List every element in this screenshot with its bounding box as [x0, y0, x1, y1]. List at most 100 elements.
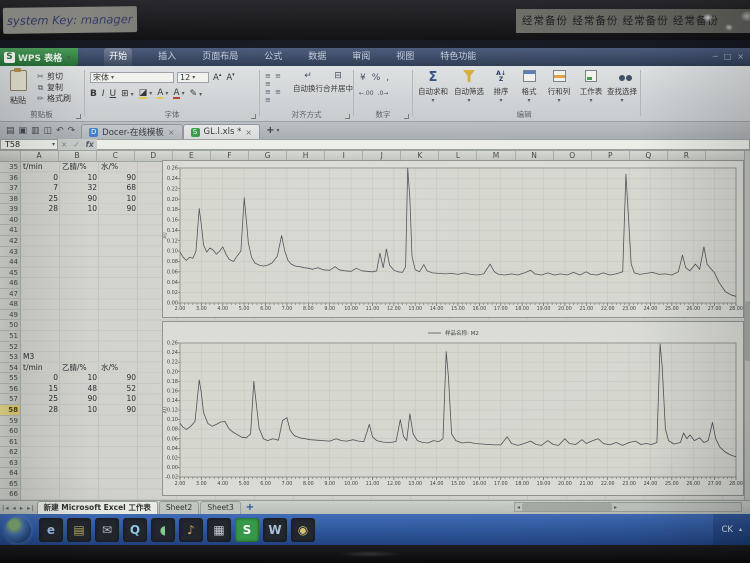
menu-tab-2[interactable]: 插入	[158, 48, 176, 66]
scroll-left-icon[interactable]: ◂	[515, 504, 522, 511]
cell-C52[interactable]	[99, 342, 138, 353]
cell-B45[interactable]	[60, 268, 99, 279]
autofilter-button[interactable]: 自动筛选 ▾	[452, 70, 486, 104]
open-icon[interactable]: ▤	[6, 126, 15, 136]
format-painter-button[interactable]: ✏ 格式刷	[36, 93, 71, 104]
cell-B50[interactable]	[60, 320, 99, 331]
row-header-63[interactable]: 63	[0, 457, 21, 469]
font-size-select[interactable]: 12 ▾	[177, 72, 209, 83]
cell-B58[interactable]: 10	[60, 405, 99, 416]
row-header-57[interactable]: 57	[0, 394, 21, 405]
redo-icon[interactable]: ↷	[68, 126, 76, 136]
underline-button[interactable]: U	[110, 89, 117, 99]
row-header-39[interactable]: 39	[0, 204, 21, 215]
select-all-corner[interactable]	[0, 151, 21, 161]
close-tab-icon[interactable]: ×	[245, 128, 252, 137]
cell-A55[interactable]: 0	[21, 373, 60, 384]
font-color-button[interactable]: A ▾	[173, 88, 185, 99]
image-viewer-icon[interactable]: ◉	[291, 517, 315, 542]
row-header-61[interactable]: 61	[0, 436, 21, 448]
copy-button[interactable]: ⧉ 复制	[36, 82, 71, 93]
row-header-46[interactable]: 46	[0, 278, 21, 289]
row-header-41[interactable]: 41	[0, 225, 21, 236]
decrease-decimal-button[interactable]: ←.00	[359, 90, 374, 97]
grow-font-button[interactable]: A▴	[213, 72, 221, 83]
scroll-right-icon[interactable]: ▸	[612, 504, 619, 511]
notepad-icon[interactable]: ▦	[207, 517, 231, 542]
row-header-55[interactable]: 55	[0, 373, 21, 384]
borders-button[interactable]: ⊞ ▾	[121, 89, 134, 99]
cell-C63[interactable]	[99, 458, 138, 469]
row-header-37[interactable]: 37	[0, 183, 21, 194]
cell-C49[interactable]	[99, 310, 138, 321]
cell-C38[interactable]: 10	[99, 194, 138, 205]
document-tab-1[interactable]: D Docer-在线模板 ×	[81, 123, 183, 140]
row-header-35[interactable]: 35	[0, 162, 21, 173]
row-header-54[interactable]: 54	[0, 362, 21, 374]
cell-C51[interactable]	[99, 331, 138, 342]
cell-C58[interactable]: 90	[99, 405, 138, 416]
row-header-45[interactable]: 45	[0, 267, 21, 279]
tab-list-chevron-icon[interactable]: ▾	[277, 127, 280, 134]
minimize-button[interactable]: ─	[713, 48, 718, 66]
cell-B41[interactable]	[60, 225, 99, 236]
cell-C50[interactable]	[99, 320, 138, 331]
cell-C45[interactable]	[99, 268, 138, 279]
cell-C66[interactable]	[99, 489, 138, 500]
cancel-entry-icon[interactable]: ×	[58, 139, 70, 150]
vertical-scrollbar-thumb[interactable]	[745, 301, 750, 361]
fill-color-button[interactable]: ◪ ▾	[138, 88, 152, 99]
mail-icon[interactable]: ✉	[95, 517, 119, 542]
cell-A51[interactable]	[21, 331, 60, 342]
row-header-36[interactable]: 36	[0, 172, 21, 184]
italic-button[interactable]: I	[102, 89, 105, 99]
tray-chevron-icon[interactable]: ▴	[739, 526, 742, 533]
format-button[interactable]: 格式 ▾	[516, 70, 542, 104]
rows-columns-button[interactable]: 行和列 ▾	[544, 70, 574, 104]
merge-center-button[interactable]: ⊟ 合并居中	[321, 71, 355, 94]
row-header-59[interactable]: 59	[0, 415, 21, 427]
cell-A43[interactable]	[21, 247, 60, 258]
restore-button[interactable]: □	[724, 48, 732, 66]
cell-B40[interactable]	[60, 215, 99, 226]
cell-C40[interactable]	[99, 215, 138, 226]
system-tray[interactable]: CK ▴	[713, 514, 750, 545]
cell-B36[interactable]: 10	[60, 173, 99, 184]
cell-B43[interactable]	[60, 247, 99, 258]
cell-B59[interactable]	[60, 416, 99, 427]
name-box[interactable]: T58 ▾	[0, 139, 58, 150]
cell-A49[interactable]	[21, 310, 60, 321]
save-icon[interactable]: ▣	[19, 126, 28, 136]
row-header-43[interactable]: 43	[0, 246, 21, 258]
sheet-tab-1[interactable]: 新建 Microsoft Excel 工作表	[36, 501, 158, 514]
cell-A58[interactable]: 28	[21, 405, 60, 416]
align-top-middle-bottom-icons[interactable]: ≡ ≡ ≡ ≡ ≡ ≡	[265, 72, 291, 104]
cell-A47[interactable]	[21, 289, 60, 300]
cell-B55[interactable]: 10	[60, 373, 99, 384]
input-method-indicator[interactable]: CK	[721, 525, 733, 535]
alignment-dialog-launcher[interactable]	[345, 114, 350, 119]
media-player-icon[interactable]: ♪	[179, 517, 203, 542]
cell-C48[interactable]	[99, 299, 138, 310]
qq-icon[interactable]: Q	[123, 517, 147, 542]
text-tools-button[interactable]: ✎ ▾	[190, 89, 203, 99]
cell-A53[interactable]: M3	[21, 352, 60, 363]
cell-C57[interactable]: 10	[99, 394, 138, 405]
row-header-50[interactable]: 50	[0, 320, 21, 331]
cell-A45[interactable]	[21, 268, 60, 279]
cell-A59[interactable]	[21, 416, 60, 427]
menu-tab-7[interactable]: 视图	[396, 48, 414, 66]
currency-format-button[interactable]: ¥	[360, 73, 366, 83]
cell-B66[interactable]	[60, 489, 99, 500]
cell-C41[interactable]	[99, 225, 138, 236]
increase-decimal-button[interactable]: .0→	[378, 90, 389, 97]
autosum-button[interactable]: Σ 自动求和 ▾	[416, 70, 450, 104]
cell-C35[interactable]: 水/%	[99, 162, 138, 173]
confirm-entry-icon[interactable]: ✓	[70, 139, 82, 150]
cell-C37[interactable]: 68	[99, 183, 138, 194]
menu-tab-3[interactable]: 页面布局	[202, 48, 238, 66]
formula-input[interactable]	[96, 139, 750, 150]
worksheet-button[interactable]: 工作表 ▾	[576, 70, 606, 104]
cell-A36[interactable]: 0	[21, 173, 60, 184]
column-header-B[interactable]: B	[59, 151, 97, 161]
